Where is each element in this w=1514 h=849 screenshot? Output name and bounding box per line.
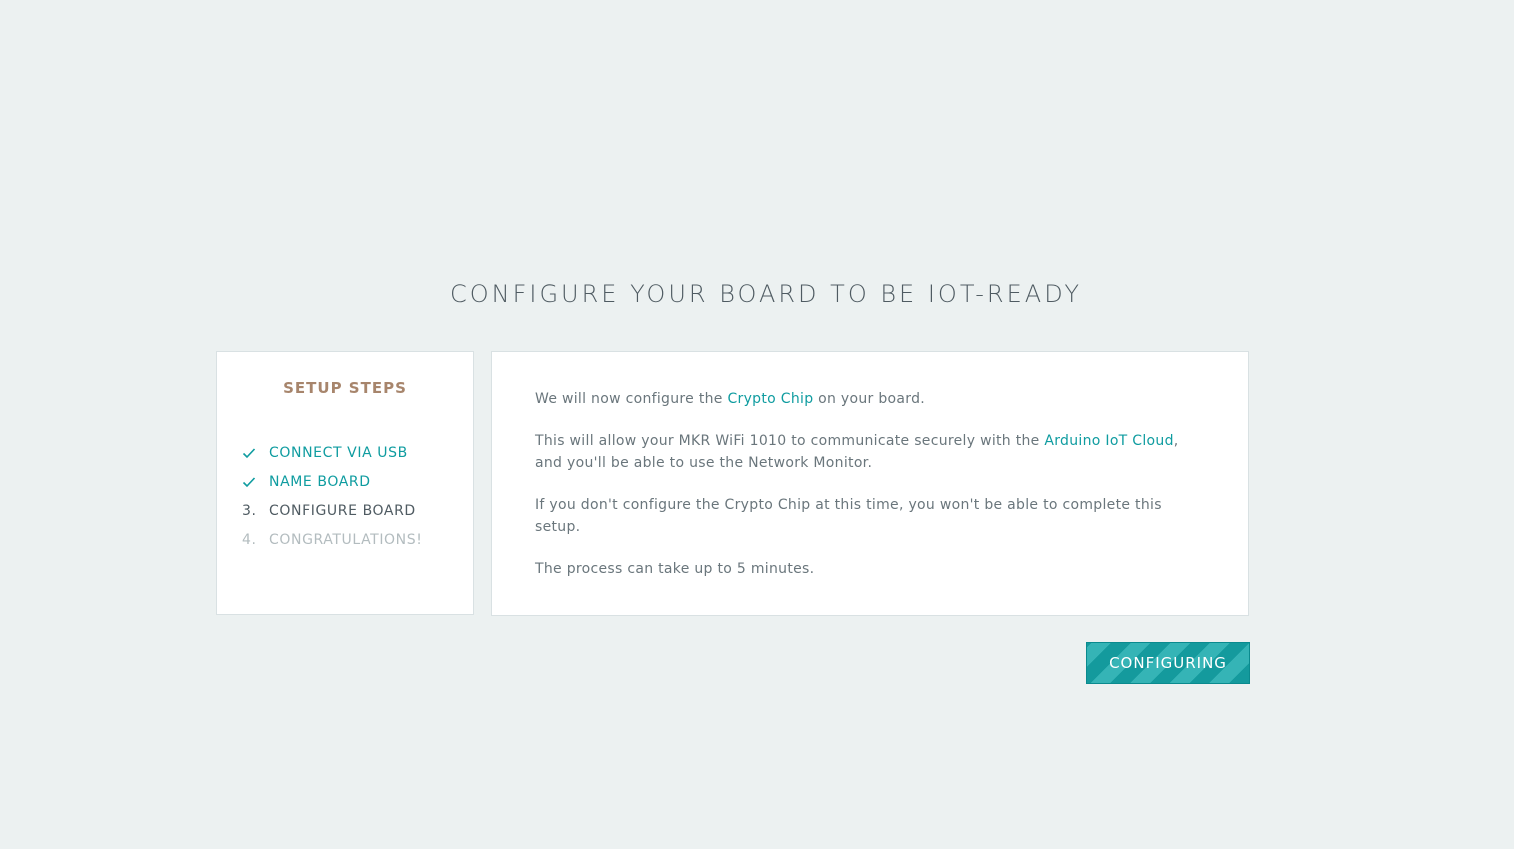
info-paragraph-warning: If you don't configure the Crypto Chip a… (535, 497, 1162, 535)
step-congratulations: 4. CONGRATULATIONS! (242, 525, 422, 554)
step-label: CONFIGURE BOARD (269, 502, 416, 519)
check-icon (242, 446, 269, 460)
step-number: 3. (242, 502, 257, 519)
step-label: CONNECT VIA USB (269, 444, 408, 461)
page-title: CONFIGURE YOUR BOARD TO BE IOT-READY (449, 280, 1083, 308)
step-configure-board: 3. CONFIGURE BOARD (242, 496, 422, 525)
info-paragraph-iot-cloud: This will allow your MKR WiFi 1010 to co… (535, 430, 1206, 474)
crypto-chip-link[interactable]: Crypto Chip (727, 391, 813, 407)
step-number: 4. (242, 531, 257, 548)
step-label: CONGRATULATIONS! (269, 531, 423, 548)
setup-steps-title: SETUP STEPS (283, 379, 407, 397)
step-label: NAME BOARD (269, 473, 371, 490)
step-connect-via-usb: CONNECT VIA USB (242, 438, 422, 467)
step-name-board: NAME BOARD (242, 467, 422, 496)
configuration-info-panel: We will now configure the Crypto Chip on… (491, 351, 1249, 616)
info-paragraph-crypto-chip: We will now configure the Crypto Chip on… (535, 388, 1206, 410)
check-icon (242, 475, 269, 489)
text: We will now configure the (535, 391, 728, 407)
text: on your board. (813, 391, 926, 407)
arduino-iot-cloud-link[interactable]: Arduino IoT Cloud (1044, 433, 1173, 449)
text: This will allow your MKR WiFi 1010 to co… (535, 433, 1045, 449)
setup-steps-panel: SETUP STEPS CONNECT VIA USB NAME BOARD 3… (216, 351, 474, 615)
configuring-button[interactable]: CONFIGURING (1086, 642, 1250, 684)
info-paragraph-duration: The process can take up to 5 minutes. (535, 561, 815, 577)
setup-steps-list: CONNECT VIA USB NAME BOARD 3. CONFIGURE … (242, 438, 422, 554)
